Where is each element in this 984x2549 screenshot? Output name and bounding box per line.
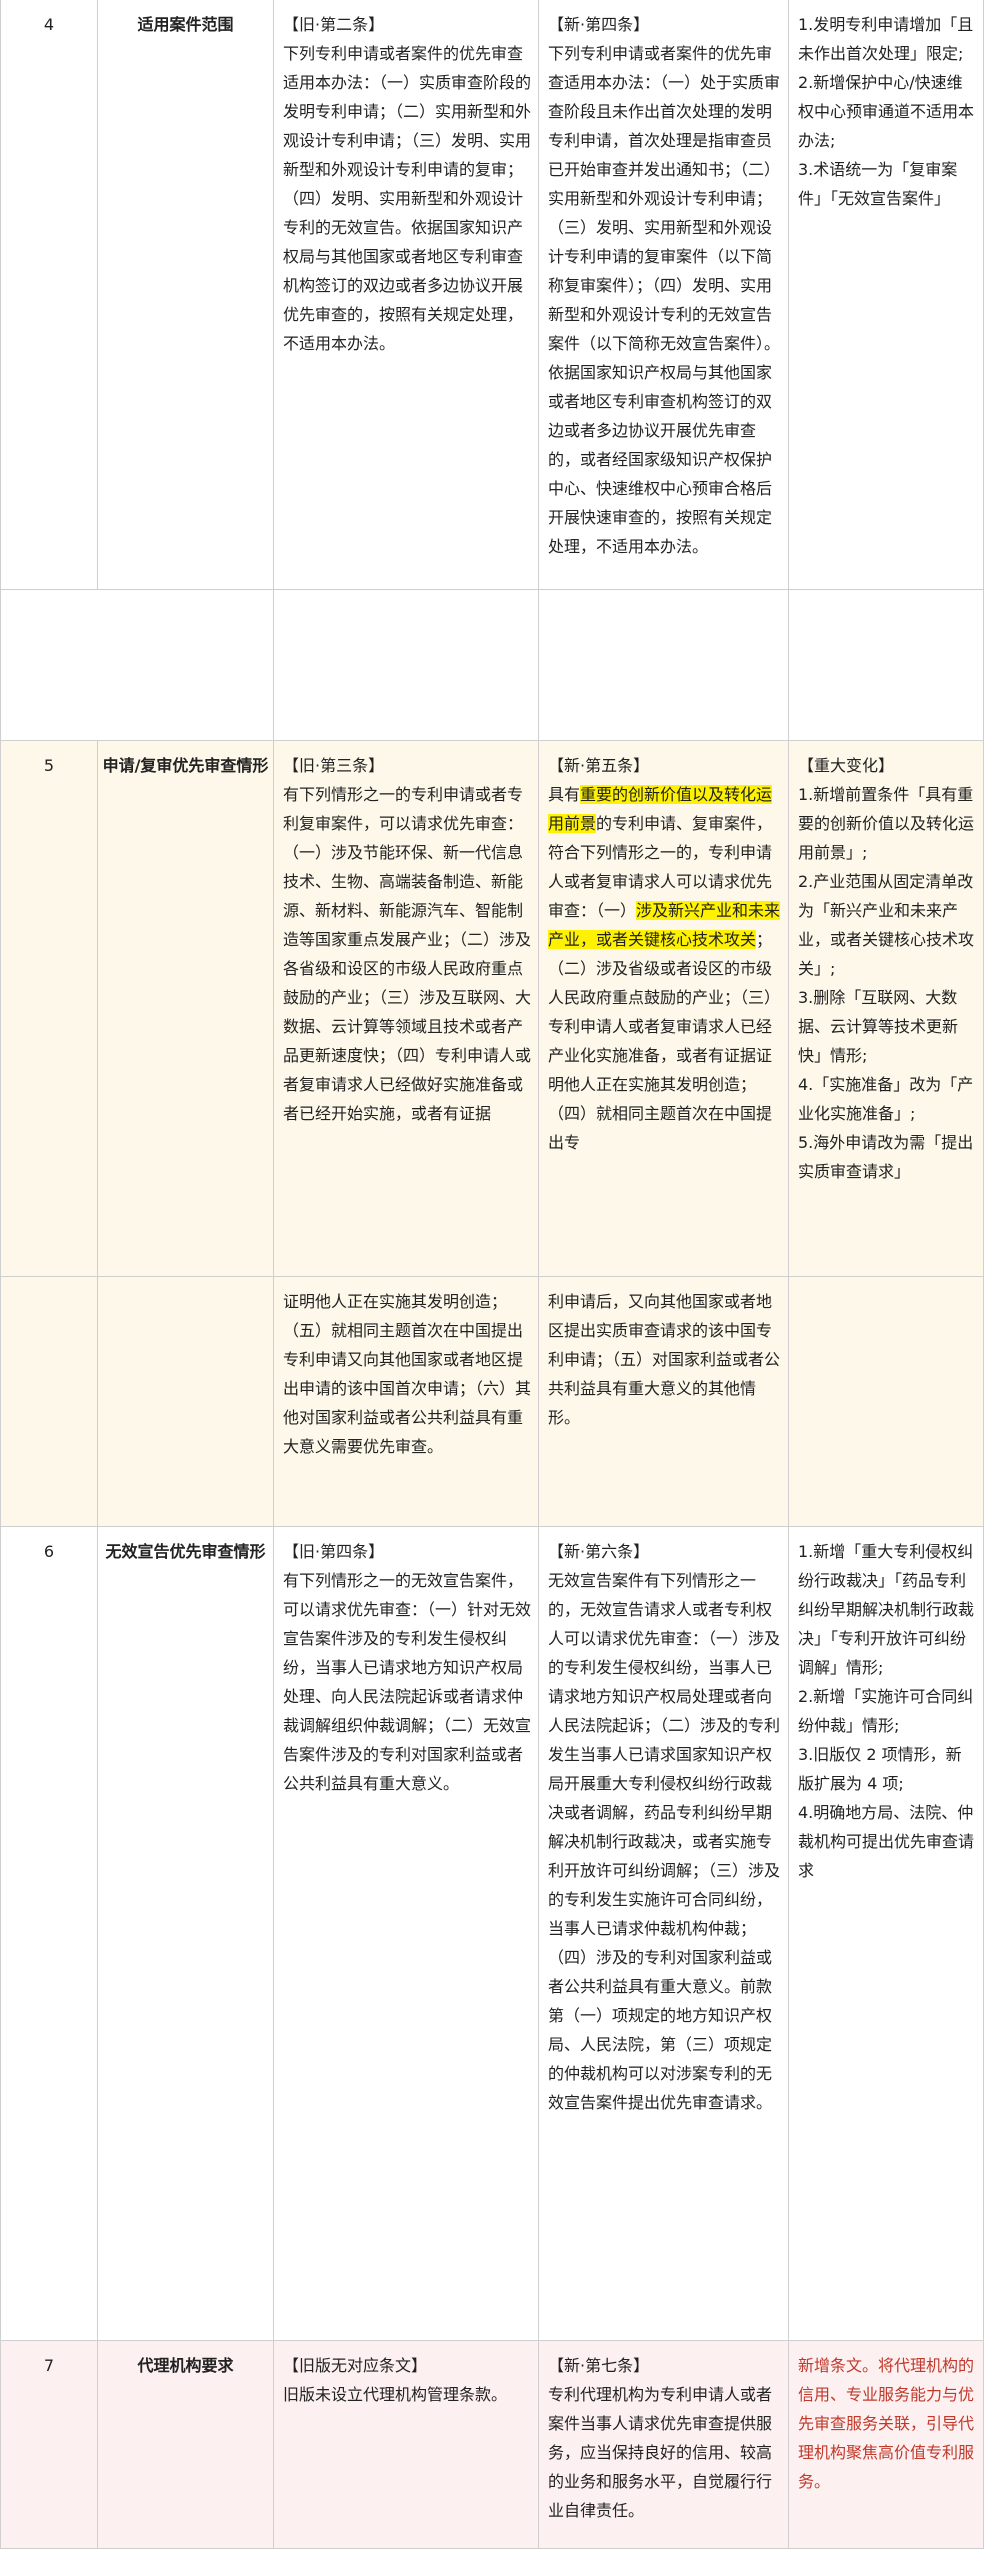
row-number: 4 bbox=[0, 0, 98, 590]
change-item: 1.新增「重大专利侵权纠纷行政裁决」「药品专利纠纷早期解决机制行政裁决」「专利开… bbox=[798, 1542, 975, 1677]
change-cell: 1.发明专利申请增加「且未作出首次处理」限定; 2.新增保护中心/快速维权中心预… bbox=[789, 0, 984, 590]
change-item: 3.术语统一为「复审案件」「无效宣告案件」 bbox=[798, 160, 958, 208]
old-article-cell: 证明他人正在实施其发明创造；（五）就相同主题首次在中国提出专利申请又向其他国家或… bbox=[274, 1277, 539, 1527]
change-item: 3.删除「互联网、大数据、云计算等技术更新快」情形; bbox=[798, 988, 959, 1065]
new-article-head: 【新·第七条】 bbox=[548, 2356, 650, 2375]
row-number: 5 bbox=[0, 740, 98, 1277]
old-article-text: 有下列情形之一的专利申请或者专利复审案件，可以请求优先审查：（一）涉及节能环保、… bbox=[283, 785, 532, 1123]
change-item: 1.发明专利申请增加「且未作出首次处理」限定; bbox=[798, 15, 974, 63]
old-article-cell: 【旧·第四条】 有下列情形之一的无效宣告案件，可以请求优先审查：（一）针对无效宣… bbox=[274, 1527, 539, 2341]
new-article-text-post: ；（二）涉及省级或者设区的市级人民政府重点鼓励的产业；（三）专利申请人或者复审请… bbox=[548, 930, 781, 1152]
change-item: 2.新增「实施许可合同纠纷仲裁」情形; bbox=[798, 1687, 974, 1735]
empty-cell bbox=[98, 1277, 274, 1527]
change-item: 5.海外申请改为需「提出实质审查请求」 bbox=[798, 1133, 974, 1181]
change-item: 4.明确地方局、法院、仲裁机构可提出优先审查请求 bbox=[798, 1803, 975, 1880]
new-article-text: 专利代理机构为专利申请人或者案件当事人请求优先审查提供服务，应当保持良好的信用、… bbox=[548, 2385, 773, 2520]
old-article-head: 【旧·第三条】 bbox=[283, 756, 385, 775]
old-article-head: 【旧版无对应条文】 bbox=[283, 2356, 428, 2375]
old-article-cell: 【旧版无对应条文】 旧版未设立代理机构管理条款。 bbox=[274, 2341, 539, 2549]
change-item: 1.新增前置条件「具有重要的创新价值以及转化运用前景」; bbox=[798, 785, 975, 862]
change-item: 2.产业范围从固定清单改为「新兴产业和未来产业，或者关键核心技术攻关」; bbox=[798, 872, 975, 978]
new-article-cell: 【新·第六条】 无效宣告案件有下列情形之一的，无效宣告请求人或者专利权人可以请求… bbox=[539, 1527, 789, 2341]
row-gap bbox=[0, 590, 984, 740]
new-article-head: 【新·第六条】 bbox=[548, 1542, 650, 1561]
old-article-text: 有下列情形之一的无效宣告案件，可以请求优先审查：（一）针对无效宣告案件涉及的专利… bbox=[283, 1571, 532, 1793]
old-article-head: 【旧·第二条】 bbox=[283, 15, 385, 34]
change-cell: 【重大变化】 1.新增前置条件「具有重要的创新价值以及转化运用前景」; 2.产业… bbox=[789, 740, 984, 1277]
row-topic: 代理机构要求 bbox=[98, 2341, 274, 2549]
change-text: 新增条文。将代理机构的信用、专业服务能力与优先审查服务关联，引导代理机构聚焦高价… bbox=[798, 2356, 975, 2491]
row-number: 6 bbox=[0, 1527, 98, 2341]
new-article-text: 无效宣告案件有下列情形之一的，无效宣告请求人或者专利权人可以请求优先审查：（一）… bbox=[548, 1571, 781, 2112]
new-article-text-pre: 具有 bbox=[548, 785, 581, 804]
empty-cell bbox=[789, 1277, 984, 1527]
old-article-text: 证明他人正在实施其发明创造；（五）就相同主题首次在中国提出专利申请又向其他国家或… bbox=[283, 1292, 532, 1456]
old-article-cell: 【旧·第二条】 下列专利申请或者案件的优先审查适用本办法：（一）实质审查阶段的发… bbox=[274, 0, 539, 590]
new-article-cell: 利申请后，又向其他国家或者地区提出实质审查请求的该中国专利申请；（五）对国家利益… bbox=[539, 1277, 789, 1527]
change-head: 【重大变化】 bbox=[798, 756, 895, 775]
old-article-text: 旧版未设立代理机构管理条款。 bbox=[283, 2385, 508, 2404]
change-cell: 1.新增「重大专利侵权纠纷行政裁决」「药品专利纠纷早期解决机制行政裁决」「专利开… bbox=[789, 1527, 984, 2341]
row-topic: 申请/复审优先审查情形 bbox=[98, 740, 274, 1277]
change-item: 3.旧版仅 2 项情形，新版扩展为 4 项; bbox=[798, 1745, 962, 1793]
comparison-table: 4 适用案件范围 【旧·第二条】 下列专利申请或者案件的优先审查适用本办法：（一… bbox=[0, 0, 984, 2549]
row-number: 7 bbox=[0, 2341, 98, 2549]
new-article-cell: 【新·第四条】 下列专利申请或者案件的优先审查适用本办法：（一）处于实质审查阶段… bbox=[539, 0, 789, 590]
empty-cell bbox=[0, 1277, 98, 1527]
new-article-cell: 【新·第七条】 专利代理机构为专利申请人或者案件当事人请求优先审查提供服务，应当… bbox=[539, 2341, 789, 2549]
old-article-head: 【旧·第四条】 bbox=[283, 1542, 385, 1561]
old-article-cell: 【旧·第三条】 有下列情形之一的专利申请或者专利复审案件，可以请求优先审查：（一… bbox=[274, 740, 539, 1277]
new-article-text: 利申请后，又向其他国家或者地区提出实质审查请求的该中国专利申请；（五）对国家利益… bbox=[548, 1292, 781, 1427]
new-article-head: 【新·第五条】 bbox=[548, 756, 650, 775]
change-item: 4.「实施准备」改为「产业化实施准备」; bbox=[798, 1075, 974, 1123]
new-article-cell: 【新·第五条】 具有重要的创新价值以及转化运用前景的专利申请、复审案件，符合下列… bbox=[539, 740, 789, 1277]
row-topic: 适用案件范围 bbox=[98, 0, 274, 590]
row-topic: 无效宣告优先审查情形 bbox=[98, 1527, 274, 2341]
change-item: 2.新增保护中心/快速维权中心预审通道不适用本办法; bbox=[798, 73, 975, 150]
old-article-text: 下列专利申请或者案件的优先审查适用本办法：（一）实质审查阶段的发明专利申请；（二… bbox=[283, 44, 532, 353]
new-article-text: 下列专利申请或者案件的优先审查适用本办法：（一）处于实质审查阶段且未作出首次处理… bbox=[548, 44, 781, 556]
new-article-head: 【新·第四条】 bbox=[548, 15, 650, 34]
change-cell: 新增条文。将代理机构的信用、专业服务能力与优先审查服务关联，引导代理机构聚焦高价… bbox=[789, 2341, 984, 2549]
